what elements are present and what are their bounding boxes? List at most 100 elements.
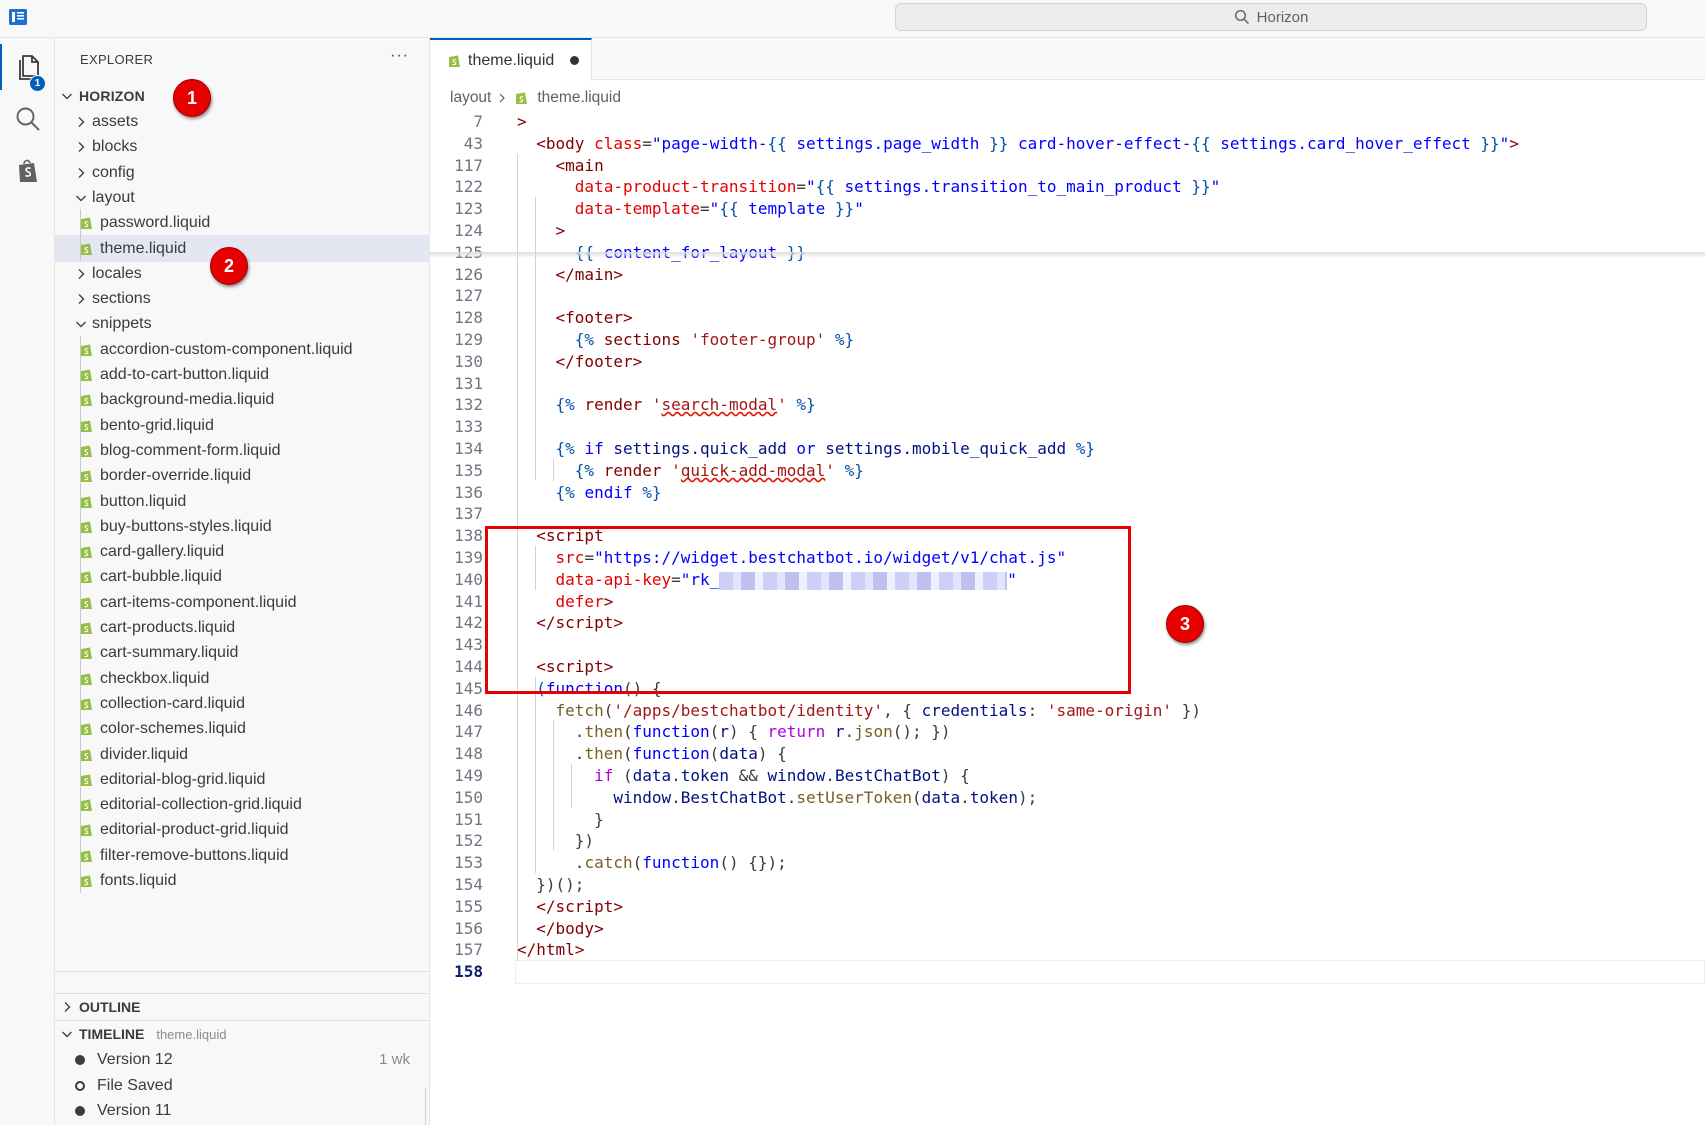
timeline-entry-label: Version 12 xyxy=(97,1050,173,1068)
annotation-marker-1: 1 xyxy=(173,79,211,117)
tree-item-label: cart-bubble.liquid xyxy=(100,567,222,585)
line-number: 153 xyxy=(454,853,483,872)
outline-section-header[interactable]: OUTLINE xyxy=(55,993,429,1020)
app-logo-icon[interactable] xyxy=(8,7,28,27)
tree-file-accordion-custom-component[interactable]: accordion-custom-component.liquid xyxy=(55,336,429,363)
tree-root-horizon[interactable]: HORIZON xyxy=(55,82,429,109)
chevron-down-icon xyxy=(76,195,86,201)
code-text: data-template="{{ template }}" xyxy=(574,199,864,218)
code-line: 127 xyxy=(430,284,1705,308)
tree-file-color-schemes[interactable]: color-schemes.liquid xyxy=(55,715,429,742)
tree-folder-snippets[interactable]: snippets xyxy=(55,310,429,337)
line-number: 138 xyxy=(454,526,483,545)
tree-item-label: accordion-custom-component.liquid xyxy=(100,340,353,358)
timeline-section-header[interactable]: TIMELINE theme.liquid xyxy=(55,1020,429,1047)
tree-item-label: assets xyxy=(92,112,139,130)
tree-item-label: theme.liquid xyxy=(100,239,187,257)
timeline-dot-icon xyxy=(75,1054,85,1065)
tree-item-label: collection-card.liquid xyxy=(100,694,245,712)
breadcrumb-file[interactable]: theme.liquid xyxy=(537,89,621,107)
chevron-right-icon xyxy=(78,293,85,304)
chevron-right-icon xyxy=(78,141,85,152)
tree-file-editorial-product-grid[interactable]: editorial-product-grid.liquid xyxy=(55,816,429,843)
sidebar-title: EXPLORER xyxy=(80,52,154,67)
code-line: 135 {% render 'quick-add-modal' %} xyxy=(430,459,1705,483)
tree-file-fonts[interactable]: fonts.liquid xyxy=(55,867,429,894)
more-actions-button[interactable]: ··· xyxy=(390,47,409,65)
tree-file-cart-bubble[interactable]: cart-bubble.liquid xyxy=(55,563,429,590)
line-number: 157 xyxy=(454,940,483,959)
unsaved-dot-icon[interactable] xyxy=(570,56,580,65)
tree-item-label: config xyxy=(92,163,135,181)
tree-file-editorial-blog-grid[interactable]: editorial-blog-grid.liquid xyxy=(55,766,429,793)
line-number: 149 xyxy=(454,766,483,785)
tree-file-blog-comment-form[interactable]: blog-comment-form.liquid xyxy=(55,437,429,464)
tree-file-cart-products[interactable]: cart-products.liquid xyxy=(55,614,429,641)
line-number: 145 xyxy=(454,679,483,698)
tree-file-bento-grid[interactable]: bento-grid.liquid xyxy=(55,412,429,439)
shopify-bag-icon xyxy=(18,159,37,182)
tree-file-checkbox[interactable]: checkbox.liquid xyxy=(55,665,429,692)
code-text: window.BestChatBot.setUserToken(data.tok… xyxy=(613,788,1038,807)
code-text: {% render 'quick-add-modal' %} xyxy=(574,461,864,480)
timeline-scroll-edge xyxy=(425,1088,426,1125)
timeline-entry-label: File Saved xyxy=(97,1076,173,1094)
tree-file-cart-summary[interactable]: cart-summary.liquid xyxy=(55,639,429,666)
tree-file-button[interactable]: button.liquid xyxy=(55,488,429,515)
code-text: .then(function(r) { return r.json(); }) xyxy=(574,722,951,741)
code-text: {% sections 'footer-group' %} xyxy=(574,330,855,349)
timeline-entry[interactable]: Version 12 1 wk xyxy=(55,1046,429,1073)
search-activity-button[interactable] xyxy=(0,96,55,142)
code-text: </script> xyxy=(536,897,623,916)
tree-file-filter-remove-buttons[interactable]: filter-remove-buttons.liquid xyxy=(55,842,429,869)
highlight-box xyxy=(485,526,1131,694)
line-number: 158 xyxy=(454,962,483,981)
tree-file-editorial-collection-grid[interactable]: editorial-collection-grid.liquid xyxy=(55,791,429,818)
tree-item-label: card-gallery.liquid xyxy=(100,542,225,560)
tree-folder-sections[interactable]: sections xyxy=(55,285,429,312)
tree-file-background-media[interactable]: background-media.liquid xyxy=(55,386,429,413)
tree-file-divider[interactable]: divider.liquid xyxy=(55,741,429,768)
code-line: 150 window.BestChatBot.setUserToken(data… xyxy=(430,786,1705,810)
shopify-activity-button[interactable] xyxy=(0,148,55,194)
code-text: .then(function(data) { xyxy=(574,744,787,763)
command-center-search[interactable]: Horizon xyxy=(895,3,1647,31)
tree-file-border-override[interactable]: border-override.liquid xyxy=(55,462,429,489)
line-number: 144 xyxy=(454,657,483,676)
tree-folder-config[interactable]: config xyxy=(55,159,429,186)
tree-item-label: filter-remove-buttons.liquid xyxy=(100,846,289,864)
tab-label: theme.liquid xyxy=(468,51,555,69)
line-number: 147 xyxy=(454,722,483,741)
code-line: 147 .then(function(r) { return r.json();… xyxy=(430,720,1705,744)
indent-guide xyxy=(535,677,536,873)
tree-file-password[interactable]: password.liquid xyxy=(55,209,429,236)
tree-folder-layout[interactable]: layout xyxy=(55,184,429,211)
tree-item-label: buy-buttons-styles.liquid xyxy=(100,517,272,535)
breadcrumb-folder[interactable]: layout xyxy=(450,89,491,107)
line-number: 134 xyxy=(454,439,483,458)
tree-file-card-gallery[interactable]: card-gallery.liquid xyxy=(55,538,429,565)
line-number: 130 xyxy=(454,352,483,371)
tree-item-label: divider.liquid xyxy=(100,745,189,763)
explorer-activity-button[interactable]: 1 xyxy=(0,44,55,92)
code-line: 122 data-product-transition="{{ settings… xyxy=(430,175,1705,199)
tree-file-cart-items-component[interactable]: cart-items-component.liquid xyxy=(55,589,429,616)
code-text: {% if settings.quick_add or settings.mob… xyxy=(555,439,1096,458)
code-text: data-product-transition="{{ settings.tra… xyxy=(574,177,1221,196)
tab-theme-liquid[interactable]: theme.liquid xyxy=(430,38,592,81)
explorer-badge: 1 xyxy=(29,75,46,92)
tree-folder-assets[interactable]: assets xyxy=(55,108,429,135)
tree-folder-blocks[interactable]: blocks xyxy=(55,133,429,160)
timeline-entry[interactable]: File Saved xyxy=(55,1072,429,1099)
chevron-right-icon xyxy=(78,167,85,178)
tree-file-buy-buttons-styles[interactable]: buy-buttons-styles.liquid xyxy=(55,513,429,540)
code-text: {% render 'search-modal' %} xyxy=(555,395,816,414)
code-line: 133 xyxy=(430,415,1705,439)
timeline-entry[interactable]: Version 11 xyxy=(55,1097,429,1124)
tree-file-add-to-cart-button[interactable]: add-to-cart-button.liquid xyxy=(55,361,429,388)
tree-item-label: cart-items-component.liquid xyxy=(100,593,297,611)
search-icon xyxy=(16,107,40,131)
tree-file-collection-card[interactable]: collection-card.liquid xyxy=(55,690,429,717)
code-text: }) xyxy=(574,831,595,850)
timeline-entry-time: 1 wk xyxy=(379,1051,410,1068)
